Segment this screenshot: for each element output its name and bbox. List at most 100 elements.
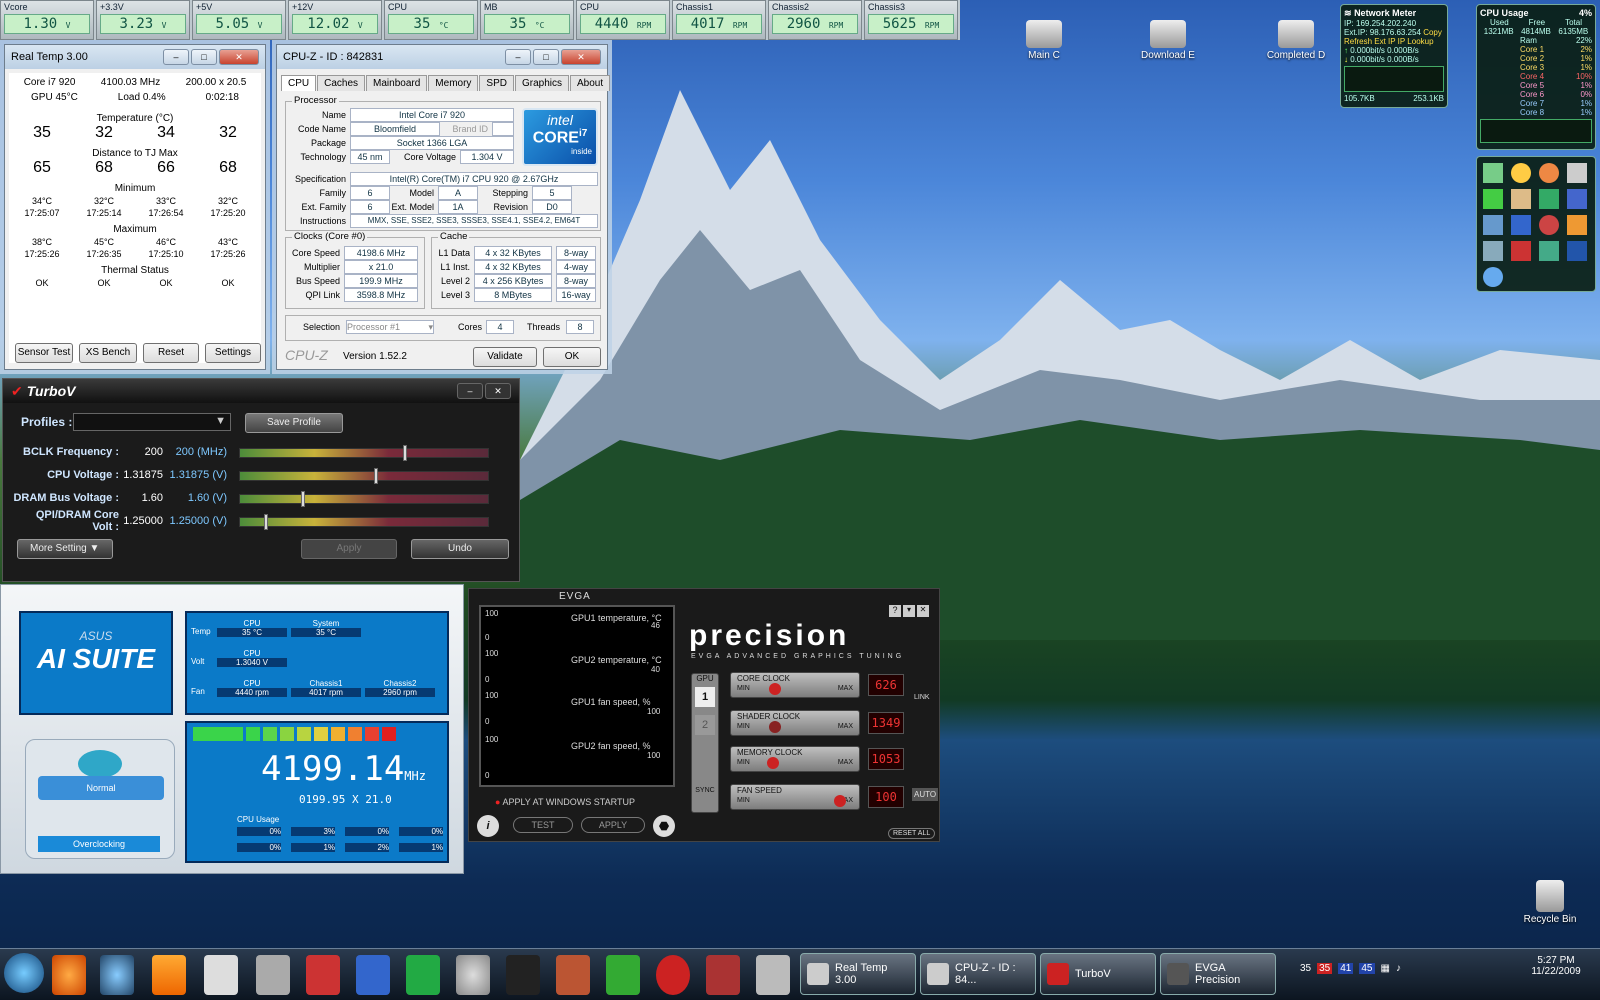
reset-all-button[interactable]: RESET ALL xyxy=(888,828,936,839)
slider-handle[interactable] xyxy=(301,491,305,507)
tab-memory[interactable]: Memory xyxy=(428,75,479,91)
realtemp-titlebar[interactable]: Real Temp 3.00 – □ ✕ xyxy=(5,45,265,69)
qpi-voltage-slider[interactable] xyxy=(239,514,489,530)
start-button[interactable] xyxy=(4,953,44,993)
close-button[interactable]: ✕ xyxy=(485,383,511,399)
core-clock-slider[interactable]: CORE CLOCK MIN MAX xyxy=(730,672,860,698)
calendar-icon[interactable] xyxy=(204,955,238,995)
slider-handle[interactable] xyxy=(769,683,781,695)
astronaut-icon[interactable] xyxy=(756,955,790,995)
tray-temp[interactable]: 35 xyxy=(1317,963,1333,974)
tray-temp[interactable]: 45 xyxy=(1359,963,1375,974)
safari-icon[interactable] xyxy=(456,955,490,995)
monitor-icon[interactable] xyxy=(78,750,122,778)
cpuz-titlebar[interactable]: CPU-Z - ID : 842831 – □ ✕ xyxy=(277,45,607,69)
tab-about[interactable]: About xyxy=(570,75,611,91)
lookup-link[interactable]: IP Lookup xyxy=(1398,37,1434,46)
auto-fan-button[interactable]: AUTO xyxy=(912,788,939,801)
apply-button[interactable]: Apply xyxy=(301,539,397,559)
apply-startup-label[interactable]: APPLY AT WINDOWS STARTUP xyxy=(502,797,635,807)
tray-temp[interactable]: 35 xyxy=(1300,963,1311,974)
l4d-icon[interactable] xyxy=(606,955,640,995)
slider-handle[interactable] xyxy=(403,445,408,461)
desktop-icon-completed-d[interactable]: Completed D xyxy=(1256,20,1336,61)
volume-icon[interactable]: ♪ xyxy=(1396,963,1401,974)
info-icon[interactable] xyxy=(1539,163,1559,183)
tab-cpu[interactable]: CPU xyxy=(281,75,317,91)
sync-button[interactable]: SYNC xyxy=(692,787,718,794)
messenger-icon[interactable] xyxy=(356,955,390,995)
app-120x-icon[interactable] xyxy=(306,955,340,995)
maximize-button[interactable]: □ xyxy=(191,49,217,65)
vlc-icon[interactable] xyxy=(152,955,186,995)
task-cpuz[interactable]: CPU-Z - ID : 84... xyxy=(920,953,1036,995)
slider-handle[interactable] xyxy=(769,721,781,733)
evga-logo-icon[interactable]: ⬣ xyxy=(653,815,675,837)
cpu-voltage-slider[interactable] xyxy=(239,468,489,484)
utorrent-icon[interactable] xyxy=(406,955,440,995)
alien-icon[interactable] xyxy=(256,955,290,995)
app-shortcut-icon[interactable] xyxy=(1483,189,1503,209)
turbov-titlebar[interactable]: ✔ TurboV – ✕ xyxy=(3,379,519,403)
task-turbov[interactable]: TurboV xyxy=(1040,953,1156,995)
app-shortcut-icon[interactable] xyxy=(1567,189,1587,209)
clock[interactable]: 5:27 PM 11/22/2009 xyxy=(1516,955,1596,977)
info-icon[interactable]: i xyxy=(477,815,499,837)
tab-graphics[interactable]: Graphics xyxy=(514,75,569,91)
apply-button[interactable]: APPLY xyxy=(581,817,645,833)
slider-handle[interactable] xyxy=(767,757,779,769)
gpu2-button[interactable]: 2 xyxy=(695,715,715,735)
copy-link[interactable]: Copy xyxy=(1423,28,1442,37)
tf2-icon[interactable] xyxy=(556,955,590,995)
close-button[interactable]: ✕ xyxy=(561,49,601,65)
minimize-button[interactable]: – xyxy=(505,49,531,65)
tab-mainboard[interactable]: Mainboard xyxy=(366,75,428,91)
more-setting-button[interactable]: More Setting ▼ xyxy=(17,539,113,559)
app-shortcut-icon[interactable] xyxy=(1511,189,1531,209)
settings-button[interactable]: Settings xyxy=(205,343,261,363)
tab-spd[interactable]: SPD xyxy=(479,75,514,91)
close-button[interactable]: ✕ xyxy=(219,49,259,65)
profiles-select[interactable]: ▼ xyxy=(73,413,231,431)
app-shortcut-icon[interactable] xyxy=(1483,215,1503,235)
xs-bench-button[interactable]: XS Bench xyxy=(79,343,137,363)
gpu1-button[interactable]: 1 xyxy=(695,687,715,707)
overclocking-button[interactable]: Overclocking xyxy=(38,836,160,852)
help-icon[interactable]: ? xyxy=(889,605,901,617)
tray-temp[interactable]: 41 xyxy=(1338,963,1354,974)
mode-normal-button[interactable]: Normal xyxy=(38,776,164,800)
checkmark-icon[interactable] xyxy=(1567,163,1587,183)
slider-handle[interactable] xyxy=(264,514,269,530)
opera-icon[interactable] xyxy=(656,955,690,995)
thunderbird-icon[interactable] xyxy=(100,955,134,995)
fan-speed-slider[interactable]: FAN SPEEDMINMAX xyxy=(730,784,860,810)
app-shortcut-icon[interactable] xyxy=(1511,215,1531,235)
close-icon[interactable]: ✕ xyxy=(917,605,929,617)
minimize-button[interactable]: – xyxy=(163,49,189,65)
app-shortcut-icon[interactable] xyxy=(1511,241,1531,261)
task-evga-precision[interactable]: EVGA Precision xyxy=(1160,953,1276,995)
tab-caches[interactable]: Caches xyxy=(317,75,366,91)
bclk-slider[interactable] xyxy=(239,445,489,461)
test-button[interactable]: TEST xyxy=(513,817,573,833)
network-tray-icon[interactable]: ▦ xyxy=(1381,963,1390,974)
dram-voltage-slider[interactable] xyxy=(239,491,489,507)
app-shortcut-icon[interactable] xyxy=(1539,241,1559,261)
minimize-button[interactable]: – xyxy=(457,383,483,399)
app-shortcut-icon[interactable] xyxy=(1567,215,1587,235)
save-profile-button[interactable]: Save Profile xyxy=(245,413,343,433)
ok-button[interactable]: OK xyxy=(543,347,601,367)
slider-handle[interactable] xyxy=(374,468,379,484)
desktop-icon-download-e[interactable]: Download E xyxy=(1128,20,1208,61)
link-button[interactable]: LINK xyxy=(914,694,930,701)
undo-button[interactable]: Undo xyxy=(411,539,509,559)
maximize-button[interactable]: □ xyxy=(533,49,559,65)
task-realtemp[interactable]: Real Temp 3.00 xyxy=(800,953,916,995)
app-shortcut-icon[interactable] xyxy=(1511,163,1531,183)
app-shortcut-icon[interactable] xyxy=(1539,189,1559,209)
memory-clock-slider[interactable]: MEMORY CLOCK MIN MAX xyxy=(730,746,860,772)
processor-select[interactable]: Processor #1 ▾ xyxy=(346,320,434,334)
app-shortcut-icon[interactable] xyxy=(1539,215,1559,235)
app-4-icon[interactable] xyxy=(706,955,740,995)
desktop-icon-recycle-bin[interactable]: Recycle Bin xyxy=(1510,880,1590,925)
